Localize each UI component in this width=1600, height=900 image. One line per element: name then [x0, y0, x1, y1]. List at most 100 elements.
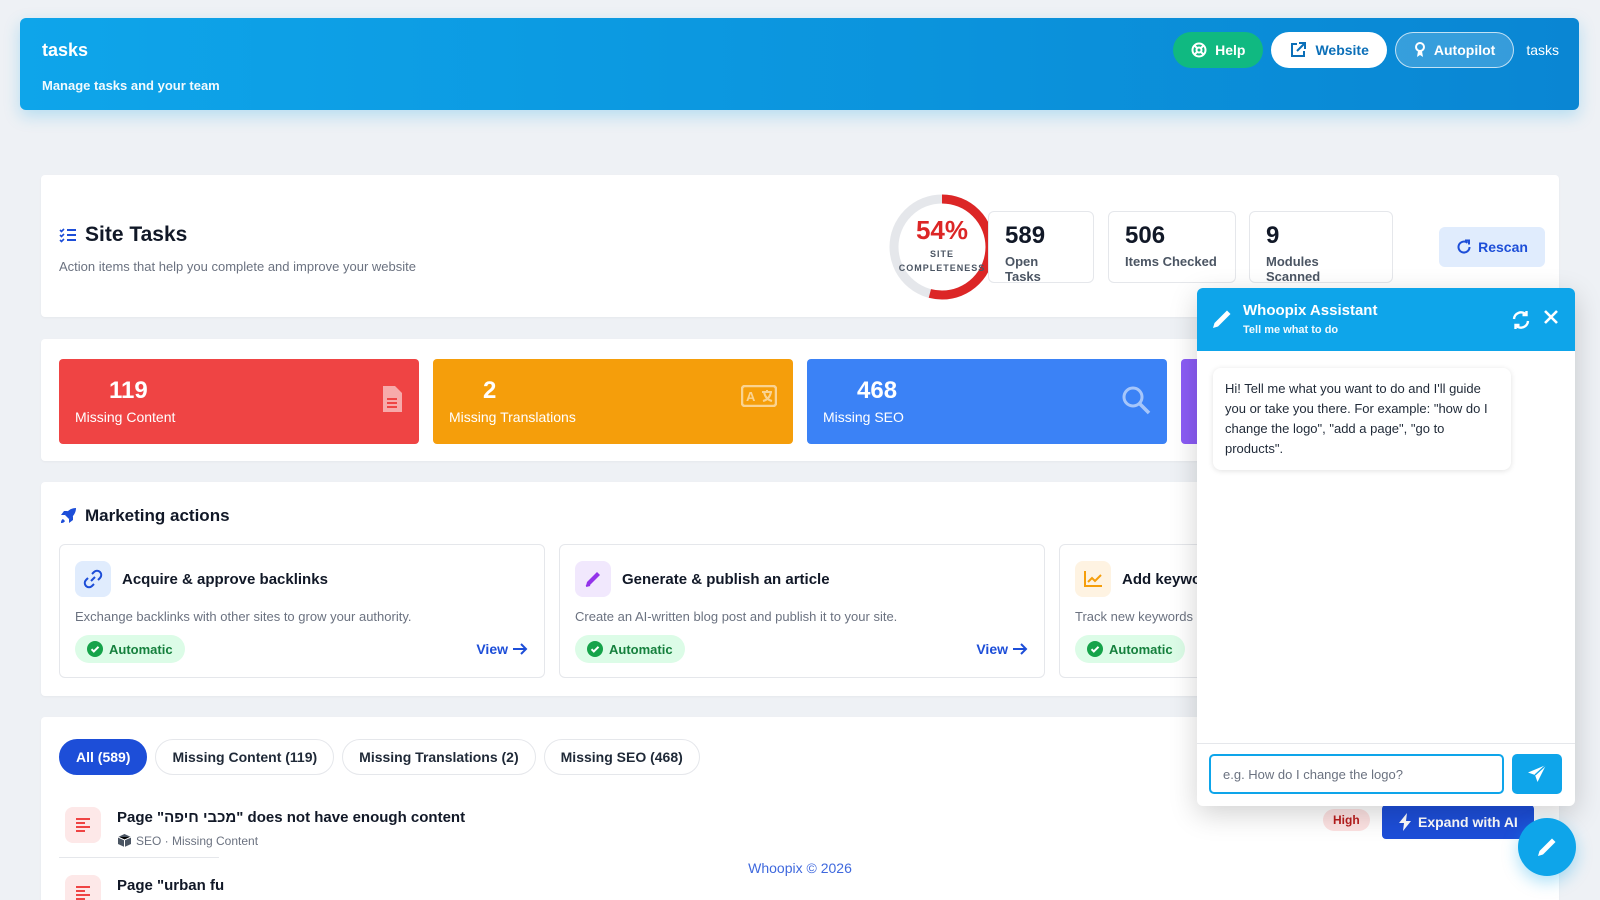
site-tasks-heading: Site Tasks [59, 223, 187, 247]
tile-value: 119 [109, 377, 148, 404]
tile-value: 468 [857, 377, 898, 404]
assistant-input[interactable] [1209, 754, 1504, 794]
lifebuoy-icon [1191, 42, 1207, 58]
marketing-item-desc: Track new keywords [1075, 609, 1193, 624]
link-icon [75, 561, 111, 597]
task-meta: SEO · Missing Content [117, 833, 258, 848]
marketing-item-article: Generate & publish an article Create an … [559, 544, 1045, 678]
stat-label: Items Checked [1125, 254, 1217, 269]
page-title: tasks [42, 40, 89, 60]
check-circle-icon [587, 641, 603, 657]
marketing-item-backlinks: Acquire & approve backlinks Exchange bac… [59, 544, 545, 678]
tile-missing-content[interactable]: 119 Missing Content [59, 359, 419, 444]
filter-tabs: All (589) Missing Content (119) Missing … [59, 739, 700, 775]
marketing-title: Marketing actions [85, 506, 230, 525]
pencil-icon [575, 561, 611, 597]
website-label: Website [1315, 42, 1369, 58]
tile-missing-seo[interactable]: 468 Missing SEO [807, 359, 1167, 444]
rescan-button[interactable]: Rescan [1439, 227, 1545, 267]
header-actions: Help Website Autopilot tasks [1173, 32, 1559, 68]
tile-value: 2 [483, 377, 497, 404]
badge-label: Automatic [1109, 641, 1173, 657]
row-divider [59, 857, 219, 858]
expand-with-ai-button[interactable]: Expand with AI [1382, 805, 1534, 839]
assistant-header: Whoopix Assistant Tell me what to do [1197, 288, 1575, 351]
check-circle-icon [87, 641, 103, 657]
check-circle-icon [1087, 641, 1103, 657]
page-header: tasks Manage tasks and your team Help We… [20, 18, 1579, 110]
tab-missing-seo[interactable]: Missing SEO (468) [543, 739, 700, 775]
tile-missing-translations[interactable]: 2 Missing Translations A [433, 359, 793, 444]
svg-text:A: A [746, 389, 756, 404]
assistant-subtitle: Tell me what to do [1243, 324, 1339, 336]
stat-value: 506 [1125, 222, 1166, 249]
refresh-icon [1457, 239, 1471, 254]
chart-icon [1075, 561, 1111, 597]
document-icon [383, 386, 402, 412]
badge-label: Automatic [109, 641, 173, 657]
marketing-item-title: Acquire & approve backlinks [122, 571, 328, 588]
stat-label: Open Tasks [1005, 254, 1041, 284]
tab-all[interactable]: All (589) [59, 739, 148, 775]
translate-icon: A [741, 385, 777, 407]
marketing-item-desc: Exchange backlinks with other sites to g… [75, 609, 412, 624]
badge-label: Automatic [609, 641, 673, 657]
completeness-caption-line2: COMPLETENESS [898, 263, 986, 273]
arrow-right-icon [513, 643, 528, 655]
tile-label: Missing Content [75, 409, 176, 425]
view-link[interactable]: View [476, 641, 528, 657]
send-button[interactable] [1512, 754, 1562, 794]
marketing-item-title: Generate & publish an article [622, 571, 830, 588]
completeness-caption: SITE COMPLETENESS [886, 247, 998, 275]
cube-icon [117, 834, 132, 847]
task-title: Page "מכבי חיפה" does not have enough co… [117, 809, 466, 826]
assistant-panel: Whoopix Assistant Tell me what to do Hi!… [1197, 288, 1575, 806]
help-button[interactable]: Help [1173, 32, 1264, 68]
stat-modules-scanned: 9 Modules Scanned [1249, 211, 1393, 284]
stat-label: Modules Scanned [1266, 254, 1321, 284]
view-label: View [476, 641, 508, 657]
page-subtitle: Manage tasks and your team [42, 78, 220, 93]
stat-value: 9 [1266, 222, 1280, 249]
automatic-badge: Automatic [1075, 635, 1185, 663]
completeness-value: 54% [915, 215, 969, 245]
assistant-message: Hi! Tell me what you want to do and I'll… [1213, 368, 1511, 470]
marketing-item-title: Add keywo [1122, 571, 1202, 588]
completeness-gauge: 54% SITE COMPLETENESS [886, 191, 998, 303]
completeness-caption-line1: SITE [929, 249, 954, 259]
stat-open-tasks: 589 Open Tasks [988, 211, 1094, 284]
pencil-icon [1213, 310, 1231, 328]
autopilot-button[interactable]: Autopilot [1394, 32, 1515, 68]
stat-value: 589 [1005, 222, 1046, 249]
view-link[interactable]: View [976, 641, 1028, 657]
tile-label: Missing Translations [449, 409, 576, 425]
task-meta-text: SEO · Missing Content [136, 833, 259, 848]
award-icon [1414, 42, 1425, 57]
text-lines-icon [65, 875, 101, 900]
close-icon[interactable] [1543, 309, 1559, 325]
view-label: View [976, 641, 1008, 657]
lightning-icon [1399, 813, 1411, 831]
assistant-title: Whoopix Assistant [1243, 302, 1378, 319]
refresh-icon[interactable] [1511, 310, 1531, 330]
send-icon [1528, 764, 1547, 782]
task-title: Page "urban fu [117, 877, 225, 894]
site-tasks-subtitle: Action items that help you complete and … [59, 259, 416, 274]
rocket-icon [61, 508, 76, 523]
checklist-icon [59, 228, 76, 243]
expand-label: Expand with AI [1418, 814, 1518, 830]
marketing-item-desc: Create an AI-written blog post and publi… [575, 609, 898, 624]
rescan-label: Rescan [1478, 239, 1528, 255]
tab-missing-translations[interactable]: Missing Translations (2) [342, 739, 536, 775]
footer-copyright: Whoopix © 2026 [748, 860, 852, 876]
tile-label: Missing SEO [823, 409, 904, 425]
tab-missing-content[interactable]: Missing Content (119) [155, 739, 335, 775]
automatic-badge: Automatic [575, 635, 685, 663]
assistant-fab[interactable] [1518, 818, 1576, 876]
arrow-right-icon [1013, 643, 1028, 655]
stat-items-checked: 506 Items Checked [1108, 211, 1236, 283]
pencil-icon [1538, 838, 1556, 856]
tasks-link[interactable]: tasks [1526, 42, 1559, 58]
external-link-icon [1291, 42, 1307, 57]
website-button[interactable]: Website [1271, 32, 1387, 68]
